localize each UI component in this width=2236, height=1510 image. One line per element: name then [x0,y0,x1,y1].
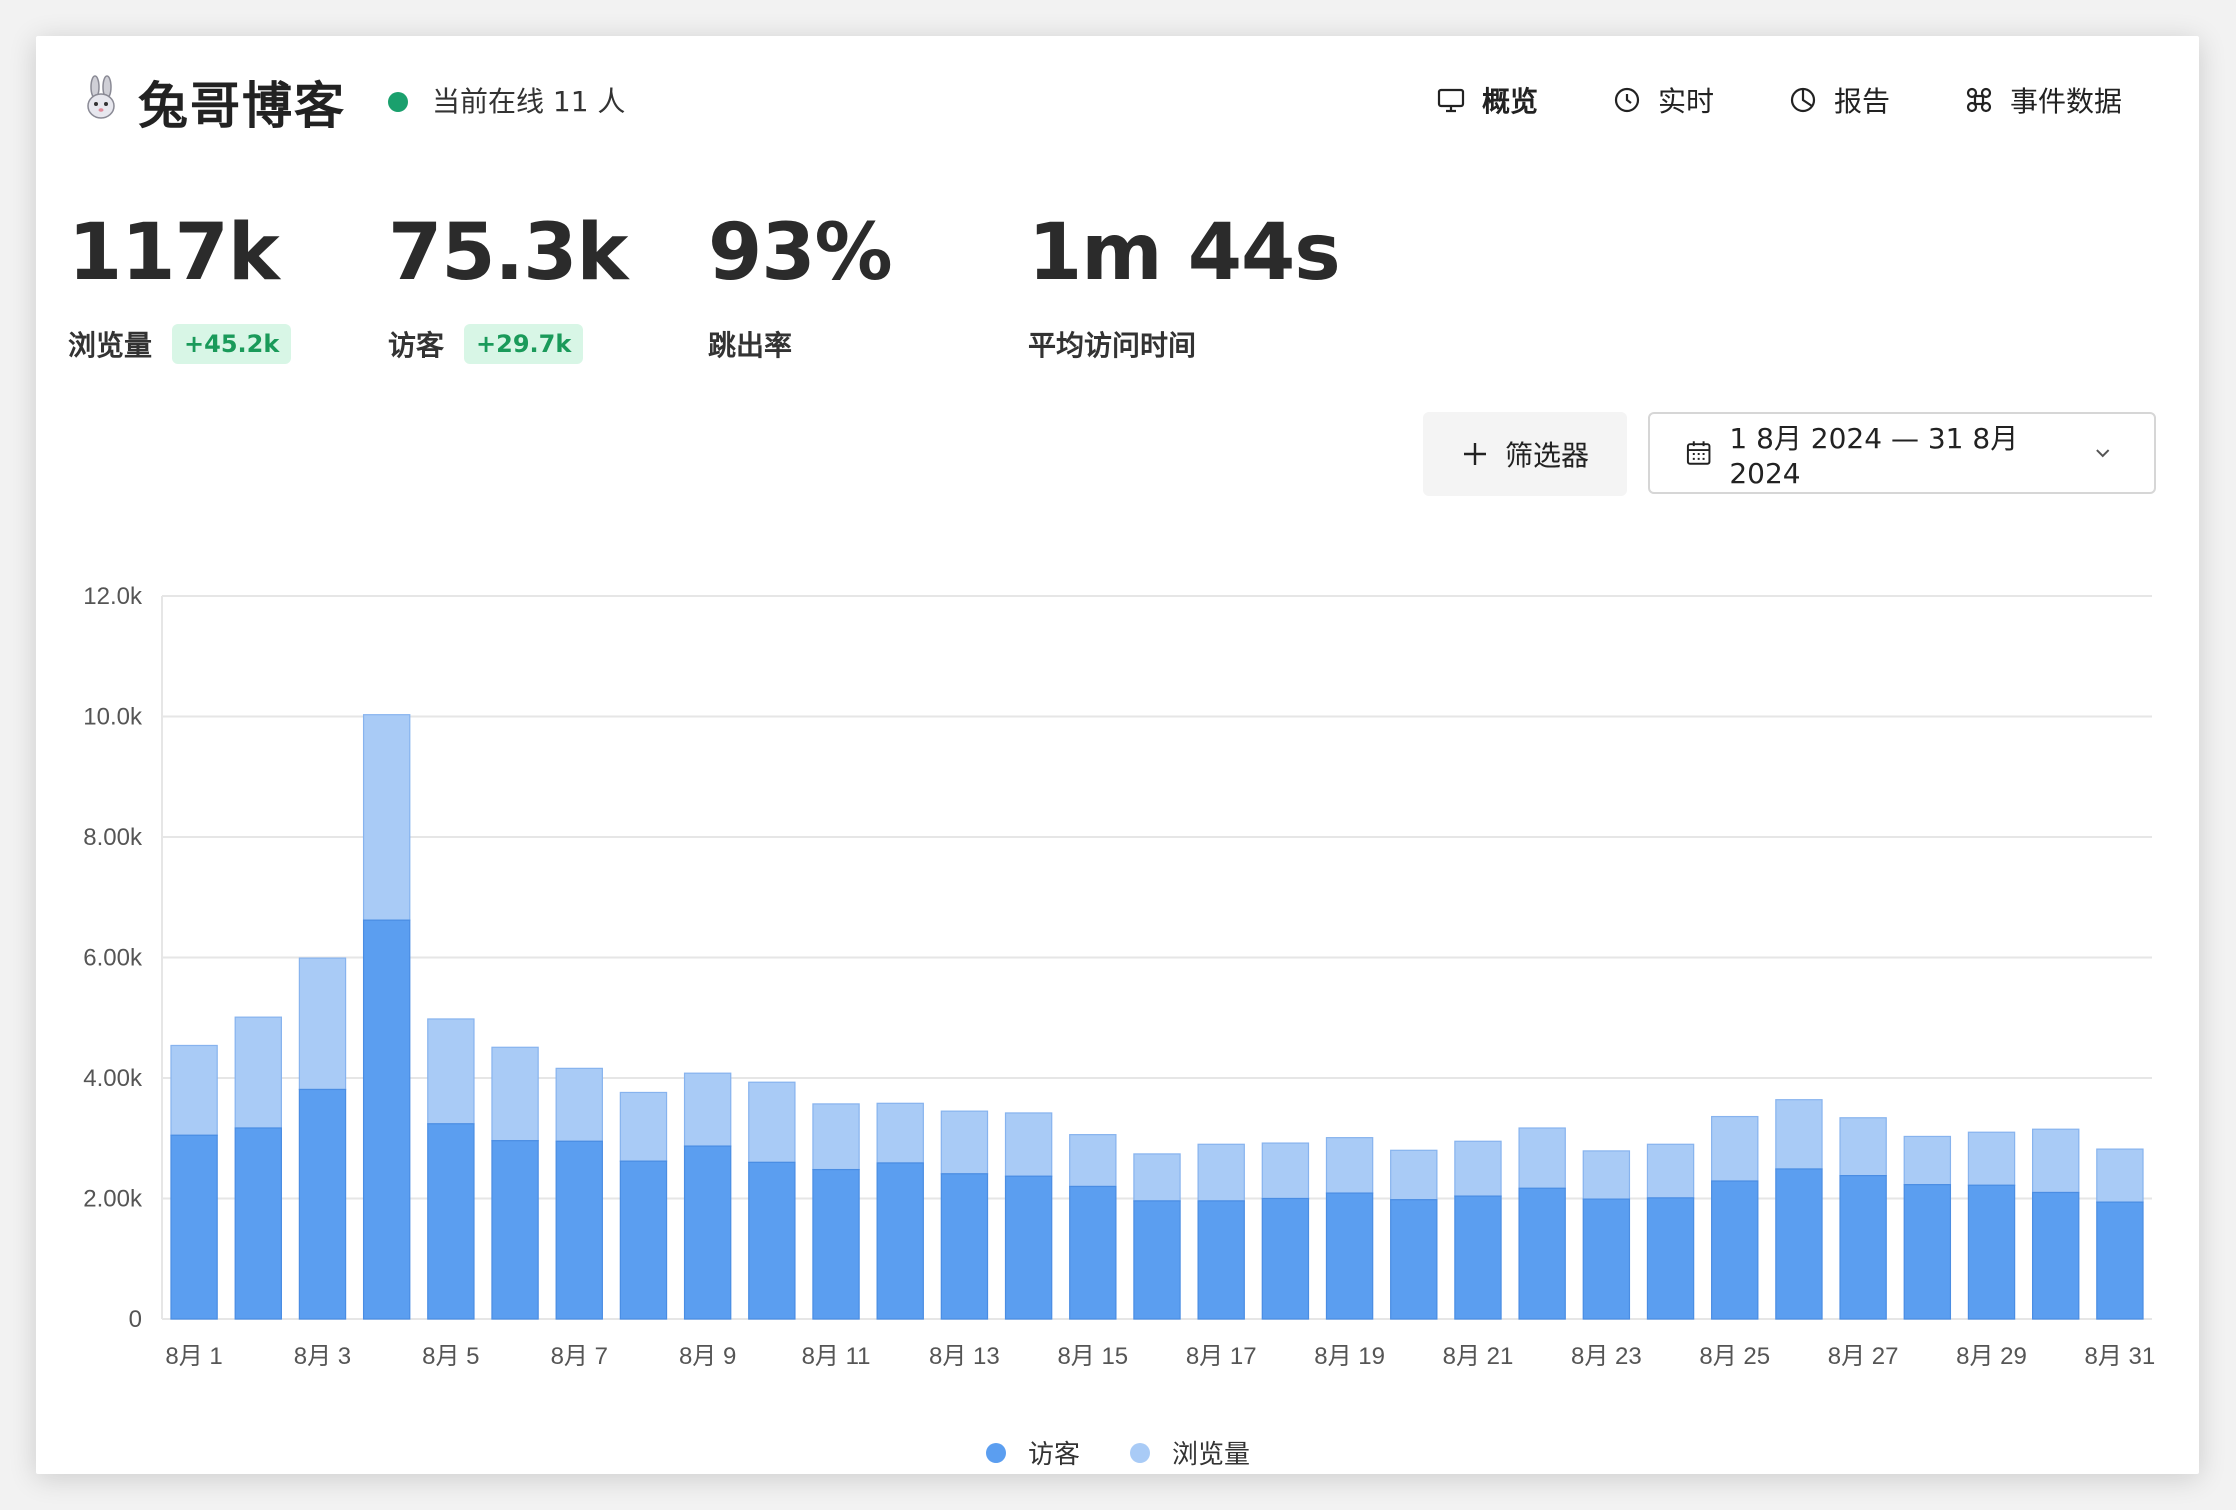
app-window: 兔哥博客 当前在线 11 人 概览 实时 报告 事件数据 117k 浏览量 +4… [36,36,2199,1474]
bar-pageviews [555,1067,603,1142]
bar-pageviews [619,1091,668,1162]
y-tick-label: 12.0k [83,583,143,610]
legend-label: 访客 [1028,1440,1081,1470]
bar-visitors [1518,1187,1566,1320]
bar-visitors [1903,1184,1952,1320]
legend-label: 浏览量 [1172,1440,1251,1470]
bar-visitors [1646,1197,1695,1320]
bar-visitors [1069,1185,1117,1320]
bar-pageviews [940,1110,989,1175]
bar-pageviews [1903,1135,1952,1186]
bar-visitors [1004,1175,1053,1320]
y-tick-label: 6.00k [83,945,143,972]
bar-visitors [1197,1200,1245,1320]
bar-pageviews [748,1081,796,1163]
x-tick-label: 8月 17 [1186,1343,1257,1370]
x-tick-label: 8月 29 [1956,1343,2027,1370]
x-tick-label: 8月 3 [294,1343,351,1370]
y-tick-label: 2.00k [83,1186,143,1213]
bar-visitors [2031,1191,2080,1320]
bar-pageviews [1454,1140,1502,1197]
bar-pageviews [1646,1143,1695,1199]
x-tick-label: 8月 9 [679,1343,736,1370]
bar-visitors [427,1123,475,1320]
x-tick-label: 8月 13 [929,1343,1000,1370]
bar-pageviews [1518,1127,1566,1189]
bar-pageviews [2031,1128,2080,1194]
bar-pageviews [1967,1131,2016,1186]
bar-visitors [876,1162,924,1320]
bar-visitors [491,1140,539,1320]
bar-pageviews [1004,1112,1053,1177]
x-tick-label: 8月 25 [1699,1343,1770,1370]
bar-visitors [1454,1195,1502,1320]
bar-visitors [1775,1168,1823,1320]
x-tick-label: 8月 11 [802,1343,871,1370]
legend-item-pageviews[interactable]: 浏览量 [1130,1434,1250,1471]
bar-pageviews [2096,1148,2144,1203]
bar-pageviews [1133,1153,1181,1202]
bar-visitors [362,919,411,1320]
bar-visitors [1839,1175,1887,1320]
y-tick-label: 8.00k [83,824,143,851]
legend-dot [986,1442,1006,1463]
bar-pageviews [234,1016,283,1129]
bar-pageviews [1390,1149,1438,1201]
bar-visitors [234,1127,283,1320]
bar-visitors [1325,1192,1374,1320]
bar-visitors [555,1140,603,1320]
x-tick-label: 8月 7 [551,1343,608,1370]
x-tick-label: 8月 15 [1057,1343,1128,1370]
bar-pageviews [683,1072,732,1147]
bar-pageviews [812,1103,860,1171]
bar-pageviews [1839,1117,1887,1177]
stacked-bar-chart: 0 2.00k 4.00k 6.00k 8.00k 10.0k 12.0k 8月 1 8月 3 8… [83,583,2156,1370]
legend-dot [1130,1442,1151,1463]
chart-legend: 访客 浏览量 [986,1434,1276,1471]
bar-visitors [683,1145,732,1320]
bar-visitors [1390,1199,1438,1320]
x-tick-label: 8月 31 [2085,1343,2156,1370]
bar-pageviews [876,1102,924,1164]
bar-visitors [1967,1184,2016,1320]
bar-pageviews [298,957,347,1091]
x-tick-label: 8月 1 [165,1343,222,1370]
bar-visitors [170,1134,218,1320]
bar-visitors [812,1168,860,1320]
bar-visitors [298,1088,347,1320]
bar-visitors [1261,1197,1310,1320]
bar-visitors [2096,1201,2144,1320]
bar-pageviews [362,714,411,921]
bar-pageviews [1582,1150,1631,1200]
bar-visitors [1711,1180,1759,1320]
y-tick-label: 10.0k [83,704,143,731]
bar-visitors [1133,1200,1181,1320]
bar-visitors [748,1161,796,1320]
bar-pageviews [170,1044,218,1136]
y-tick-label: 4.00k [83,1065,143,1092]
bar-visitors [1582,1198,1631,1320]
bar-visitors [619,1160,668,1320]
bar-visitors [940,1173,989,1320]
y-tick-label: 0 [129,1306,142,1333]
bar-pageviews [1711,1115,1759,1182]
bar-pageviews [1325,1137,1374,1194]
x-tick-label: 8月 5 [422,1343,479,1370]
bar-pageviews [427,1018,475,1125]
legend-item-visitors[interactable]: 访客 [986,1434,1080,1471]
x-tick-label: 8月 19 [1314,1343,1385,1370]
x-tick-label: 8月 27 [1828,1343,1899,1370]
bar-pageviews [491,1046,539,1142]
x-tick-label: 8月 23 [1571,1343,1642,1370]
bar-pageviews [1775,1099,1823,1170]
bar-pageviews [1069,1134,1117,1188]
x-tick-label: 8月 21 [1443,1343,1514,1370]
bar-pageviews [1197,1143,1245,1202]
bar-pageviews [1261,1142,1310,1200]
